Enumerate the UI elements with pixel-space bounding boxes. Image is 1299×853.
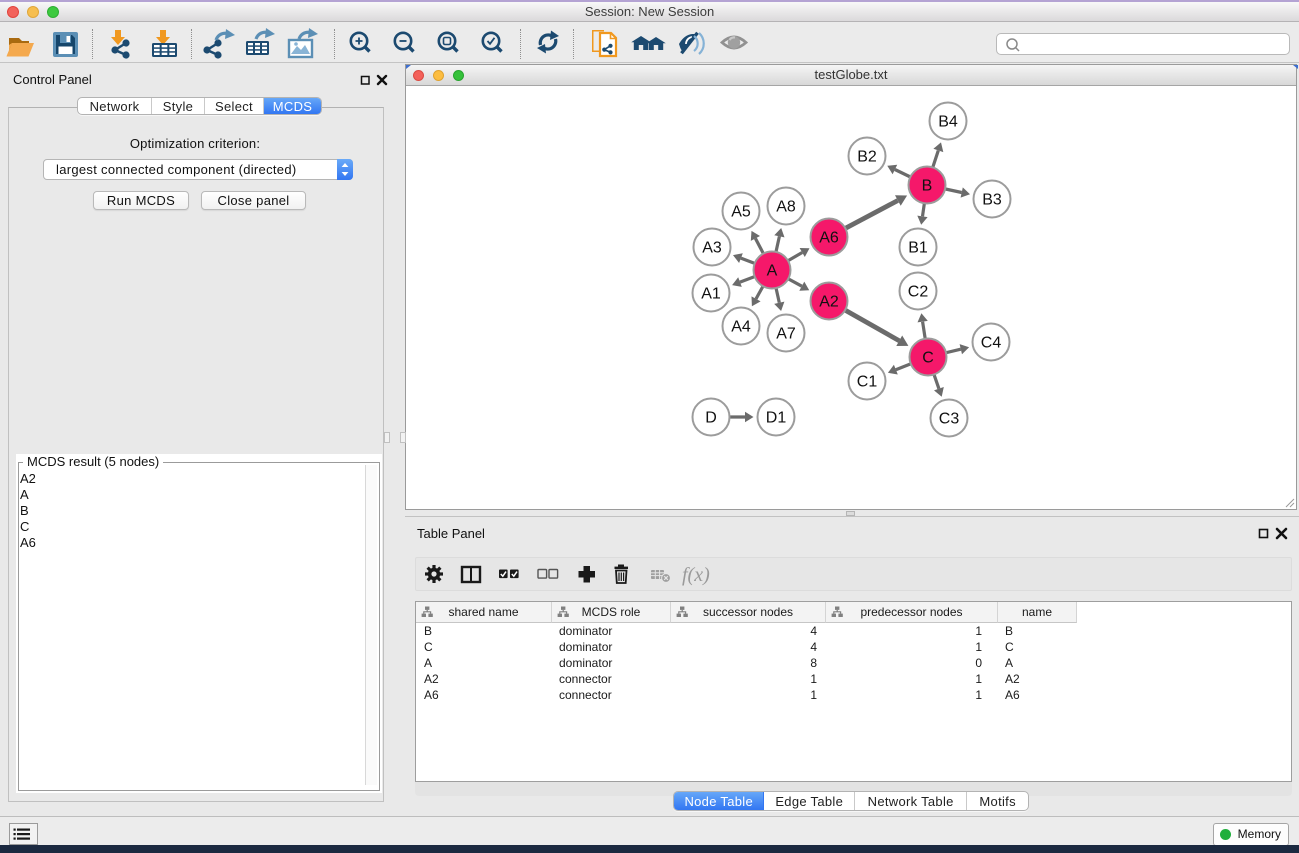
svg-text:C2: C2 <box>908 284 929 301</box>
svg-text:A6: A6 <box>819 230 839 247</box>
svg-text:B4: B4 <box>938 114 958 131</box>
svg-text:B3: B3 <box>982 192 1002 209</box>
svg-text:C4: C4 <box>981 335 1002 352</box>
svg-text:D1: D1 <box>766 410 787 427</box>
svg-text:A7: A7 <box>776 326 796 343</box>
svg-text:A4: A4 <box>731 319 751 336</box>
svg-text:B2: B2 <box>857 149 877 166</box>
svg-text:A2: A2 <box>819 294 839 311</box>
svg-text:A8: A8 <box>776 199 796 216</box>
svg-text:B1: B1 <box>908 240 928 257</box>
svg-text:A: A <box>767 263 778 280</box>
svg-text:f(x): f(x) <box>682 564 710 586</box>
svg-text:A3: A3 <box>702 240 722 257</box>
svg-text:D: D <box>705 410 717 427</box>
svg-text:C3: C3 <box>939 411 960 428</box>
svg-text:A1: A1 <box>701 286 721 303</box>
svg-text:B: B <box>922 178 933 195</box>
svg-text:C: C <box>922 350 934 367</box>
svg-text:C1: C1 <box>857 374 878 391</box>
svg-text:A5: A5 <box>731 204 751 221</box>
